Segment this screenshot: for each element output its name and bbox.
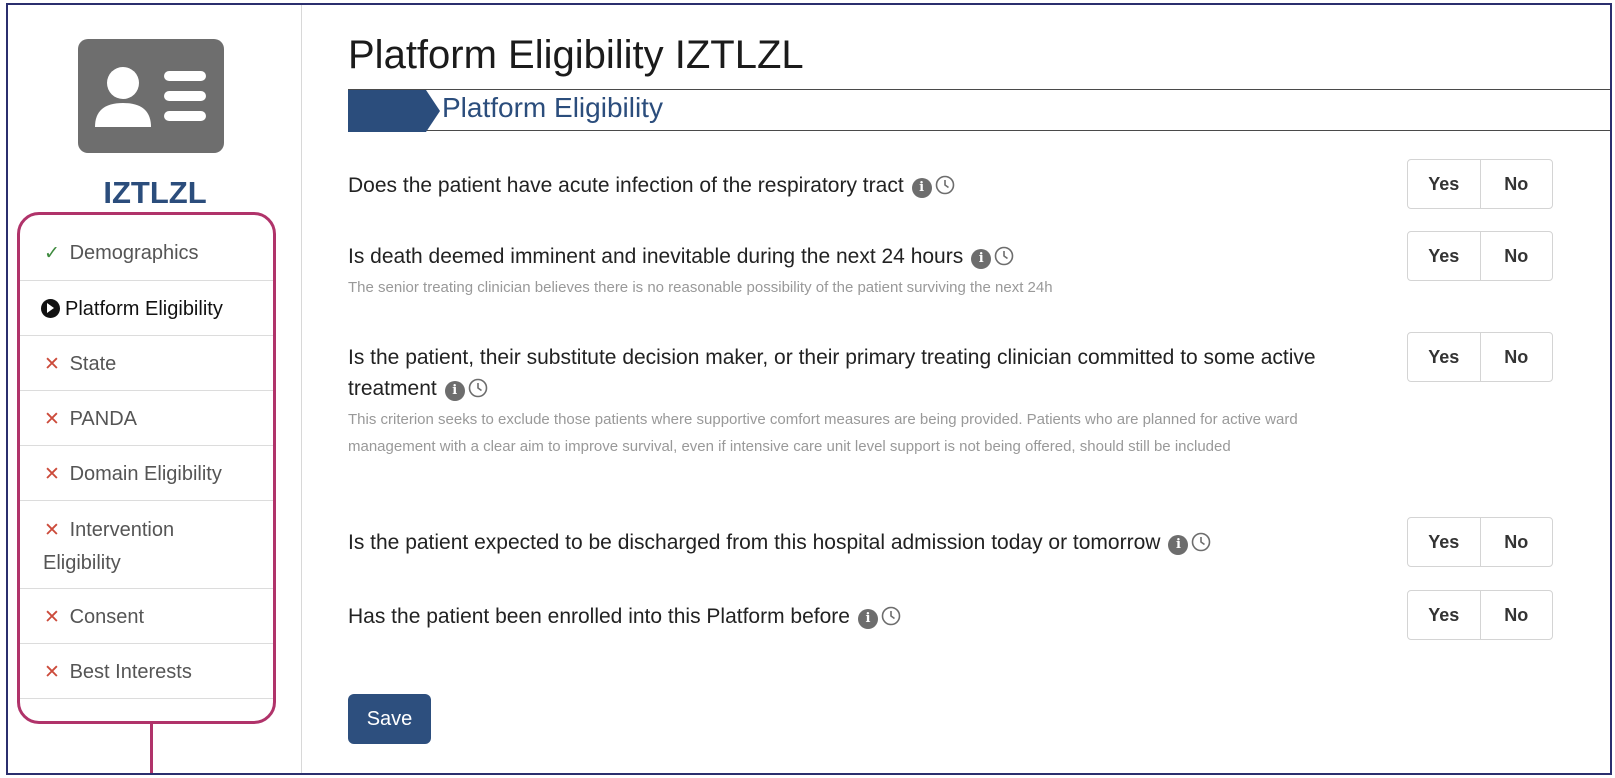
info-icon[interactable]: i — [857, 609, 878, 629]
question-discharge: Is the patient expected to be discharged… — [348, 527, 1368, 558]
yes-no-toggle: Yes No — [1407, 590, 1553, 640]
question-label: Does the patient have acute infection of… — [348, 174, 904, 197]
question-text: Has the patient been enrolled into this … — [348, 601, 1368, 632]
save-button[interactable]: Save — [348, 694, 431, 744]
id-card-icon — [78, 39, 224, 153]
history-clock-icon[interactable] — [1191, 532, 1211, 552]
info-icon[interactable]: i — [911, 178, 932, 198]
sidebar: IZTLZL ✓ Demographics Platform Eligibili… — [8, 5, 302, 773]
callout-pointer-line — [150, 724, 153, 773]
check-icon: ✓ — [44, 243, 60, 264]
question-help-text: This criterion seeks to exclude those pa… — [348, 411, 1298, 455]
section-chevron-icon — [348, 90, 440, 132]
yes-button[interactable]: Yes — [1408, 518, 1480, 566]
sidebar-item-label: Demographics — [69, 242, 199, 264]
question-previous-enrolment: Has the patient been enrolled into this … — [348, 601, 1368, 632]
yes-no-toggle: Yes No — [1407, 231, 1553, 281]
app-frame: IZTLZL ✓ Demographics Platform Eligibili… — [6, 3, 1612, 775]
question-active-treatment: Is the patient, their substitute decisio… — [348, 342, 1368, 460]
question-text: Is the patient, their substitute decisio… — [348, 342, 1368, 404]
section-label: Platform Eligibility — [442, 92, 663, 123]
yes-button[interactable]: Yes — [1408, 333, 1480, 381]
question-text: Does the patient have acute infection of… — [348, 170, 1368, 201]
no-button[interactable]: No — [1479, 333, 1553, 381]
sidebar-item-platform-eligibility[interactable]: Platform Eligibility — [20, 282, 273, 336]
cross-icon: ✕ — [44, 409, 60, 430]
yes-no-toggle: Yes No — [1407, 159, 1553, 209]
question-label: Is the patient expected to be discharged… — [348, 531, 1161, 554]
question-respiratory-infection: Does the patient have acute infection of… — [348, 170, 1368, 201]
sidebar-item-best-interests[interactable]: ✕ Best Interests — [20, 645, 273, 699]
history-clock-icon[interactable] — [994, 246, 1014, 266]
cross-icon: ✕ — [44, 662, 60, 683]
yes-no-toggle: Yes No — [1407, 332, 1553, 382]
no-button[interactable]: No — [1479, 518, 1553, 566]
no-button[interactable]: No — [1479, 591, 1553, 639]
yes-button[interactable]: Yes — [1408, 232, 1480, 280]
question-death-imminent: Is death deemed imminent and inevitable … — [348, 241, 1368, 301]
cross-icon: ✕ — [44, 354, 60, 375]
yes-button[interactable]: Yes — [1408, 160, 1480, 208]
section-header: Platform Eligibility — [348, 89, 1610, 132]
no-button[interactable]: No — [1479, 160, 1553, 208]
sidebar-item-domain-eligibility[interactable]: ✕ Domain Eligibility — [20, 447, 273, 501]
question-text: Is death deemed imminent and inevitable … — [348, 241, 1368, 272]
progress-nav: ✓ Demographics Platform Eligibility ✕ St… — [17, 212, 276, 724]
history-clock-icon[interactable] — [881, 606, 901, 626]
question-label: Is the patient, their substitute decisio… — [348, 346, 1316, 400]
history-clock-icon[interactable] — [468, 378, 488, 398]
yes-no-toggle: Yes No — [1407, 517, 1553, 567]
sidebar-item-label: Eligibility — [43, 552, 121, 574]
info-icon[interactable]: i — [1168, 535, 1189, 555]
no-button[interactable]: No — [1479, 232, 1553, 280]
sidebar-item-demographics[interactable]: ✓ Demographics — [20, 215, 273, 281]
patient-id: IZTLZL — [103, 175, 207, 210]
sidebar-item-state[interactable]: ✕ State — [20, 337, 273, 391]
sidebar-item-label: Domain Eligibility — [69, 463, 222, 485]
sidebar-item-intervention-eligibility[interactable]: ✕ Intervention Eligibility — [20, 502, 273, 589]
question-label: Has the patient been enrolled into this … — [348, 605, 850, 628]
sidebar-item-label: PANDA — [69, 408, 137, 430]
info-icon[interactable]: i — [444, 381, 465, 401]
sidebar-item-label: Best Interests — [69, 661, 192, 683]
cross-icon: ✕ — [44, 607, 60, 628]
history-clock-icon[interactable] — [935, 175, 955, 195]
question-label: Is death deemed imminent and inevitable … — [348, 245, 964, 268]
question-text: Is the patient expected to be discharged… — [348, 527, 1368, 558]
info-icon[interactable]: i — [971, 249, 992, 269]
cross-icon: ✕ — [44, 520, 60, 541]
cross-icon: ✕ — [44, 464, 60, 485]
sidebar-item-panda[interactable]: ✕ PANDA — [20, 392, 273, 446]
sidebar-item-label: State — [69, 353, 117, 375]
arrow-circle-icon — [41, 299, 60, 318]
question-help-text: The senior treating clinician believes t… — [348, 279, 1053, 296]
yes-button[interactable]: Yes — [1408, 591, 1480, 639]
sidebar-item-label: Platform Eligibility — [65, 298, 223, 320]
sidebar-item-consent[interactable]: ✕ Consent — [20, 590, 273, 644]
main-content: Platform Eligibility IZTLZL Platform Eli… — [302, 5, 1610, 773]
sidebar-item-label: Intervention — [69, 519, 175, 541]
sidebar-item-label: Consent — [69, 606, 145, 628]
page-title: Platform Eligibility IZTLZL — [348, 33, 804, 77]
